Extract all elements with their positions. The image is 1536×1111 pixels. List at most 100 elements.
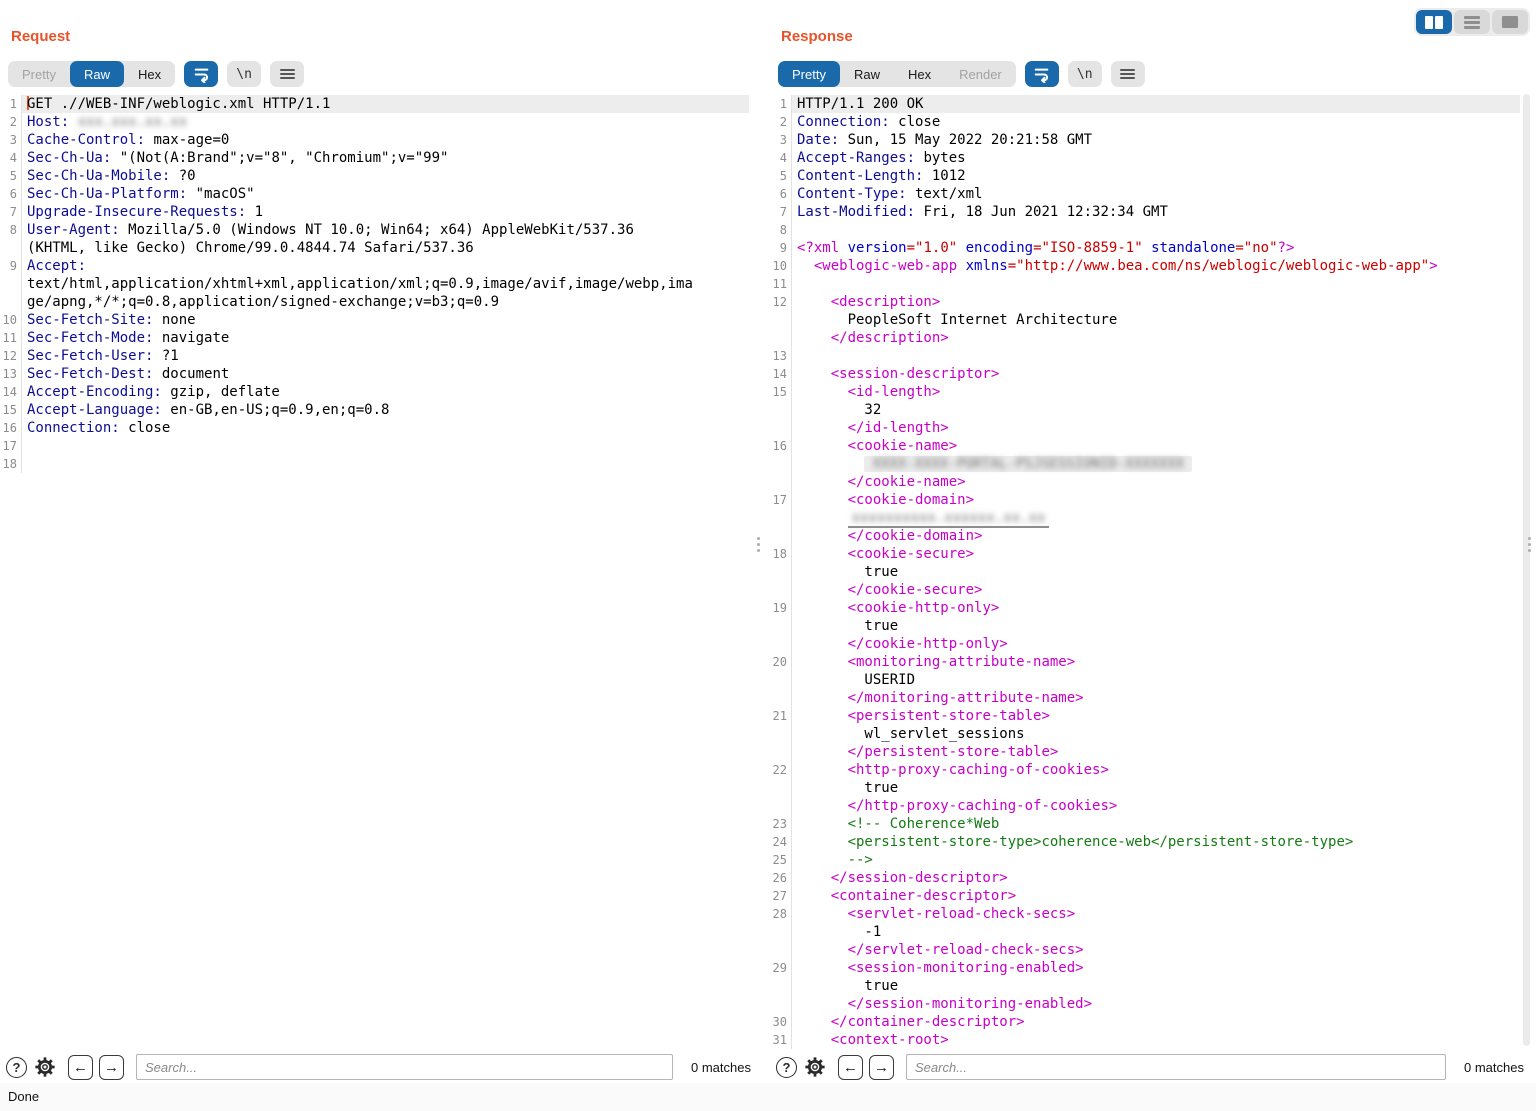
code-line[interactable]: 14Accept-Encoding: gzip, deflate xyxy=(0,383,763,401)
code-line[interactable]: USERID xyxy=(770,671,1536,689)
code-line[interactable]: text/html,application/xhtml+xml,applicat… xyxy=(0,275,763,293)
code-line[interactable]: 13Sec-Fetch-Dest: document xyxy=(0,365,763,383)
code-line[interactable]: true xyxy=(770,977,1536,995)
code-line[interactable]: </http-proxy-caching-of-cookies> xyxy=(770,797,1536,815)
tab-render[interactable]: Render xyxy=(945,61,1016,87)
code-line[interactable]: 29 <session-monitoring-enabled> xyxy=(770,959,1536,977)
code-line[interactable]: </servlet-reload-check-secs> xyxy=(770,941,1536,959)
next-match-button[interactable]: → xyxy=(869,1055,894,1080)
code-line[interactable]: 7Last-Modified: Fri, 18 Jun 2021 12:32:3… xyxy=(770,203,1536,221)
code-line[interactable]: 19 <cookie-http-only> xyxy=(770,599,1536,617)
code-line[interactable]: wl_servlet_sessions xyxy=(770,725,1536,743)
code-line[interactable]: 5Sec-Ch-Ua-Mobile: ?0 xyxy=(0,167,763,185)
previous-match-button[interactable]: ← xyxy=(838,1055,863,1080)
code-line[interactable]: 8 xyxy=(770,221,1536,239)
code-line[interactable]: 3Cache-Control: max-age=0 xyxy=(0,131,763,149)
code-line[interactable]: 28 <servlet-reload-check-secs> xyxy=(770,905,1536,923)
previous-match-button[interactable]: ← xyxy=(68,1055,93,1080)
code-line[interactable]: 11Sec-Fetch-Mode: navigate xyxy=(0,329,763,347)
code-line[interactable]: 18 xyxy=(0,455,763,473)
code-line[interactable]: true xyxy=(770,617,1536,635)
code-line[interactable]: true xyxy=(770,779,1536,797)
code-line[interactable]: 15Accept-Language: en-GB,en-US;q=0.9,en;… xyxy=(0,401,763,419)
search-input[interactable] xyxy=(136,1054,673,1080)
tab-hex[interactable]: Hex xyxy=(894,61,945,87)
show-newlines-button[interactable]: \n xyxy=(227,61,261,87)
code-line[interactable]: 2Host: xxx.xxx.xx.xx xyxy=(0,113,763,131)
code-line[interactable]: 31 <context-root> xyxy=(770,1031,1536,1049)
tab-raw[interactable]: Raw xyxy=(70,61,124,87)
tab-pretty[interactable]: Pretty xyxy=(8,61,70,87)
editor-menu-button[interactable] xyxy=(270,61,304,87)
code-line[interactable]: 4Sec-Ch-Ua: "(Not(A:Brand";v="8", "Chrom… xyxy=(0,149,763,167)
help-icon[interactable]: ? xyxy=(776,1057,797,1078)
code-line[interactable]: 16Connection: close xyxy=(0,419,763,437)
next-match-button[interactable]: → xyxy=(99,1055,124,1080)
panel-splitter-handle[interactable] xyxy=(757,537,760,552)
code-line[interactable]: </cookie-name> xyxy=(770,473,1536,491)
code-line[interactable]: 23 <!-- Coherence*Web xyxy=(770,815,1536,833)
code-line[interactable]: 1GET .//WEB-INF/weblogic.xml HTTP/1.1 xyxy=(0,95,763,113)
code-line[interactable]: PeopleSoft Internet Architecture xyxy=(770,311,1536,329)
gear-icon[interactable] xyxy=(33,1056,56,1079)
code-line[interactable]: 6Sec-Ch-Ua-Platform: "macOS" xyxy=(0,185,763,203)
code-line[interactable]: 30 </container-descriptor> xyxy=(770,1013,1536,1031)
code-line[interactable]: (KHTML, like Gecko) Chrome/99.0.4844.74 … xyxy=(0,239,763,257)
tab-raw[interactable]: Raw xyxy=(840,61,894,87)
code-line[interactable]: 14 <session-descriptor> xyxy=(770,365,1536,383)
code-line[interactable]: 5Content-Length: 1012 xyxy=(770,167,1536,185)
code-line[interactable]: </session-monitoring-enabled> xyxy=(770,995,1536,1013)
code-line[interactable]: 9Accept: xyxy=(0,257,763,275)
search-input[interactable] xyxy=(906,1054,1446,1080)
show-newlines-button[interactable]: \n xyxy=(1068,61,1102,87)
code-line[interactable]: 3Date: Sun, 15 May 2022 20:21:58 GMT xyxy=(770,131,1536,149)
code-line[interactable]: 17 xyxy=(0,437,763,455)
code-line[interactable]: 20 <monitoring-attribute-name> xyxy=(770,653,1536,671)
code-line[interactable]: 21 <persistent-store-table> xyxy=(770,707,1536,725)
code-line[interactable]: </cookie-http-only> xyxy=(770,635,1536,653)
request-editor[interactable]: 1GET .//WEB-INF/weblogic.xml HTTP/1.12Ho… xyxy=(0,95,763,1049)
code-line[interactable]: </cookie-secure> xyxy=(770,581,1536,599)
editor-menu-button[interactable] xyxy=(1111,61,1145,87)
code-line[interactable]: 12 <description> xyxy=(770,293,1536,311)
code-line[interactable]: XXXX-XXXX-PORTAL-PSJSESSIONID-XXXXXXX xyxy=(770,455,1536,473)
vertical-scrollbar[interactable] xyxy=(1523,94,1530,1046)
gear-icon[interactable] xyxy=(803,1056,826,1079)
code-line[interactable]: 8User-Agent: Mozilla/5.0 (Windows NT 10.… xyxy=(0,221,763,239)
code-line[interactable]: </description> xyxy=(770,329,1536,347)
code-line[interactable]: </cookie-domain> xyxy=(770,527,1536,545)
tab-pretty[interactable]: Pretty xyxy=(778,61,840,87)
code-line[interactable]: 17 <cookie-domain> xyxy=(770,491,1536,509)
layout-stacked-button[interactable] xyxy=(1454,10,1490,34)
word-wrap-toggle-button[interactable] xyxy=(1025,61,1059,87)
code-line[interactable]: 25 --> xyxy=(770,851,1536,869)
code-line[interactable]: 7Upgrade-Insecure-Requests: 1 xyxy=(0,203,763,221)
word-wrap-toggle-button[interactable] xyxy=(184,61,218,87)
code-line[interactable]: 6Content-Type: text/xml xyxy=(770,185,1536,203)
code-line[interactable]: </persistent-store-table> xyxy=(770,743,1536,761)
code-line[interactable]: </id-length> xyxy=(770,419,1536,437)
code-line[interactable]: 32 xyxy=(770,401,1536,419)
code-line[interactable]: 26 </session-descriptor> xyxy=(770,869,1536,887)
code-line[interactable]: ge/apng,*/*;q=0.8,application/signed-exc… xyxy=(0,293,763,311)
code-line[interactable]: 13 xyxy=(770,347,1536,365)
tab-hex[interactable]: Hex xyxy=(124,61,175,87)
code-line[interactable]: 4Accept-Ranges: bytes xyxy=(770,149,1536,167)
code-line[interactable]: 22 <http-proxy-caching-of-cookies> xyxy=(770,761,1536,779)
code-line[interactable]: 10Sec-Fetch-Site: none xyxy=(0,311,763,329)
code-line[interactable]: 18 <cookie-secure> xyxy=(770,545,1536,563)
code-line[interactable]: 15 <id-length> xyxy=(770,383,1536,401)
code-line[interactable]: 1HTTP/1.1 200 OK xyxy=(770,95,1536,113)
code-line[interactable]: 10 <weblogic-web-app xmlns="http://www.b… xyxy=(770,257,1536,275)
layout-side-by-side-button[interactable] xyxy=(1416,10,1452,34)
response-editor[interactable]: 1HTTP/1.1 200 OK2Connection: close3Date:… xyxy=(770,95,1536,1049)
code-line[interactable]: 27 <container-descriptor> xyxy=(770,887,1536,905)
code-line[interactable]: 12Sec-Fetch-User: ?1 xyxy=(0,347,763,365)
code-line[interactable]: 11 xyxy=(770,275,1536,293)
code-line[interactable]: 2Connection: close xyxy=(770,113,1536,131)
code-line[interactable]: -1 xyxy=(770,923,1536,941)
code-line[interactable]: </monitoring-attribute-name> xyxy=(770,689,1536,707)
code-line[interactable]: 24 <persistent-store-type>coherence-web<… xyxy=(770,833,1536,851)
help-icon[interactable]: ? xyxy=(6,1057,27,1078)
code-line[interactable]: true xyxy=(770,563,1536,581)
